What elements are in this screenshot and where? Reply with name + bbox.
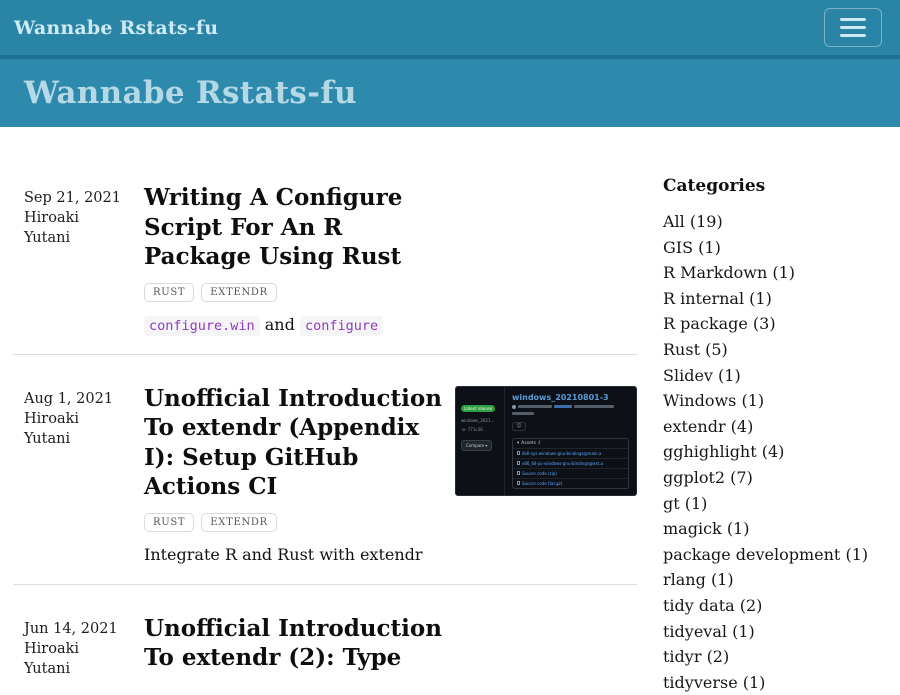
site-title: Wannabe Rstats-fu bbox=[24, 75, 357, 111]
assets-label: Assets bbox=[521, 441, 536, 446]
categories-heading: Categories bbox=[663, 176, 890, 196]
post-thumbnail[interactable]: Latest release windows_2021... -o- 771c3… bbox=[455, 386, 637, 496]
asset-link: Source code (tar.gz) bbox=[513, 478, 628, 488]
assets-header: ▾ Assets 4 bbox=[513, 439, 628, 448]
post-date: Sep 21, 2021 bbox=[24, 188, 144, 208]
category-item[interactable]: Rust (5) bbox=[663, 337, 890, 363]
category-item[interactable]: package development (1) bbox=[663, 542, 890, 568]
release-run-row bbox=[512, 412, 629, 415]
post-meta: Aug 1, 2021 Hiroaki Yutani bbox=[24, 384, 144, 564]
post-title-link[interactable]: Unofficial Introduction To extendr (2): … bbox=[144, 614, 446, 673]
category-item[interactable]: R internal (1) bbox=[663, 286, 890, 312]
avatar bbox=[512, 405, 516, 409]
post-description: configure.win and configure bbox=[144, 315, 446, 334]
tag-chip[interactable]: EXTENDR bbox=[201, 513, 277, 532]
category-item[interactable]: tidy data (2) bbox=[663, 593, 890, 619]
asset-link: x86_64-pc-windows-gnu-bindings@ext.a bbox=[513, 458, 628, 468]
release-meta-bar bbox=[512, 412, 534, 415]
file-icon bbox=[517, 471, 520, 475]
category-item[interactable]: gghighlight (4) bbox=[663, 439, 890, 465]
category-item[interactable]: rlang (1) bbox=[663, 567, 890, 593]
assets-box: ▾ Assets 4 libR-sys-windows-gnu-bindings… bbox=[512, 438, 629, 489]
post-title-link[interactable]: Unofficial Introduction To extendr (Appe… bbox=[144, 384, 446, 502]
post-description: Integrate R and Rust with extendr bbox=[144, 545, 446, 564]
release-commit: -o- 771c36 bbox=[461, 427, 500, 432]
top-navbar: Wannabe Rstats-fu bbox=[0, 0, 900, 59]
latest-release-badge: Latest release bbox=[461, 405, 495, 412]
category-item[interactable]: extendr (4) bbox=[663, 414, 890, 440]
tag-chip[interactable]: RUST bbox=[144, 513, 194, 532]
categories-list: All (19) GIS (1) R Markdown (1) R intern… bbox=[663, 209, 890, 695]
release-meta-row bbox=[512, 405, 629, 409]
post-content: Unofficial Introduction To extendr (Appe… bbox=[144, 384, 446, 564]
category-item[interactable]: tidyr (2) bbox=[663, 644, 890, 670]
post-date: Aug 1, 2021 bbox=[24, 389, 144, 409]
file-icon bbox=[517, 451, 520, 455]
file-icon bbox=[517, 461, 520, 465]
post-divider bbox=[13, 354, 637, 355]
category-item[interactable]: R package (3) bbox=[663, 311, 890, 337]
post-divider bbox=[13, 584, 637, 585]
release-meta-bar bbox=[574, 405, 614, 408]
release-meta-bar bbox=[554, 405, 572, 408]
post-title-link[interactable]: Writing A Configure Script For An R Pack… bbox=[144, 183, 446, 272]
release-sidebar: Latest release windows_2021... -o- 771c3… bbox=[456, 387, 505, 495]
category-item[interactable]: gt (1) bbox=[663, 491, 890, 517]
post-author: Hiroaki Yutani bbox=[24, 409, 86, 449]
site-header: Wannabe Rstats-fu bbox=[0, 59, 900, 127]
category-item[interactable]: tidyverse (1) bbox=[663, 670, 890, 695]
post-item: Sep 21, 2021 Hiroaki Yutani Writing A Co… bbox=[13, 183, 637, 334]
tag-chip[interactable]: RUST bbox=[144, 283, 194, 302]
asset-link: libR-sys-windows-gnu-bindings@main.a bbox=[513, 448, 628, 458]
inline-code: configure.win bbox=[144, 316, 260, 336]
compare-button: Compare ▾ bbox=[461, 440, 492, 451]
hamburger-icon bbox=[840, 26, 866, 29]
post-date: Jun 14, 2021 bbox=[24, 619, 144, 639]
asset-name: x86_64-pc-windows-gnu-bindings@ext.a bbox=[522, 461, 603, 466]
tag-chip[interactable]: EXTENDR bbox=[201, 283, 277, 302]
asset-name: Source code (tar.gz) bbox=[522, 481, 562, 486]
release-title: windows_20210801-3 bbox=[512, 393, 629, 402]
chevron-down-icon: ▾ bbox=[517, 441, 519, 446]
description-text: and bbox=[260, 315, 300, 334]
inline-code: configure bbox=[300, 316, 383, 336]
post-author: Hiroaki Yutani bbox=[24, 639, 86, 679]
asset-link: Source code (zip) bbox=[513, 468, 628, 478]
page-body: Sep 21, 2021 Hiroaki Yutani Writing A Co… bbox=[0, 127, 900, 695]
category-item[interactable]: tidyeval (1) bbox=[663, 619, 890, 645]
navbar-toggler-button[interactable] bbox=[824, 8, 882, 47]
category-item[interactable]: magick (1) bbox=[663, 516, 890, 542]
post-tags: RUST EXTENDR bbox=[144, 513, 446, 532]
release-tag-name: windows_2021... bbox=[461, 418, 500, 423]
reaction-button: ☺ bbox=[512, 422, 526, 431]
navbar-brand[interactable]: Wannabe Rstats-fu bbox=[14, 17, 218, 39]
file-icon bbox=[517, 481, 520, 485]
post-meta: Sep 21, 2021 Hiroaki Yutani bbox=[24, 183, 144, 334]
release-meta-bar bbox=[518, 405, 552, 408]
asset-name: libR-sys-windows-gnu-bindings@main.a bbox=[522, 451, 601, 456]
post-tags: RUST EXTENDR bbox=[144, 283, 446, 302]
release-main: windows_20210801-3 ☺ ▾ Assets bbox=[505, 387, 636, 495]
category-item[interactable]: R Markdown (1) bbox=[663, 260, 890, 286]
posts-list: Sep 21, 2021 Hiroaki Yutani Writing A Co… bbox=[13, 127, 637, 695]
category-item[interactable]: Windows (1) bbox=[663, 388, 890, 414]
category-item[interactable]: Slidev (1) bbox=[663, 363, 890, 389]
post-author: Hiroaki Yutani bbox=[24, 208, 86, 248]
category-item[interactable]: GIS (1) bbox=[663, 235, 890, 261]
category-item[interactable]: ggplot2 (7) bbox=[663, 465, 890, 491]
assets-count: 4 bbox=[538, 441, 541, 446]
hamburger-icon bbox=[840, 34, 866, 37]
category-item[interactable]: All (19) bbox=[663, 209, 890, 235]
post-item: Aug 1, 2021 Hiroaki Yutani Unofficial In… bbox=[13, 384, 637, 564]
categories-sidebar: Categories All (19) GIS (1) R Markdown (… bbox=[637, 127, 900, 695]
hamburger-icon bbox=[840, 18, 866, 21]
post-content: Writing A Configure Script For An R Pack… bbox=[144, 183, 446, 334]
asset-name: Source code (zip) bbox=[522, 471, 557, 476]
